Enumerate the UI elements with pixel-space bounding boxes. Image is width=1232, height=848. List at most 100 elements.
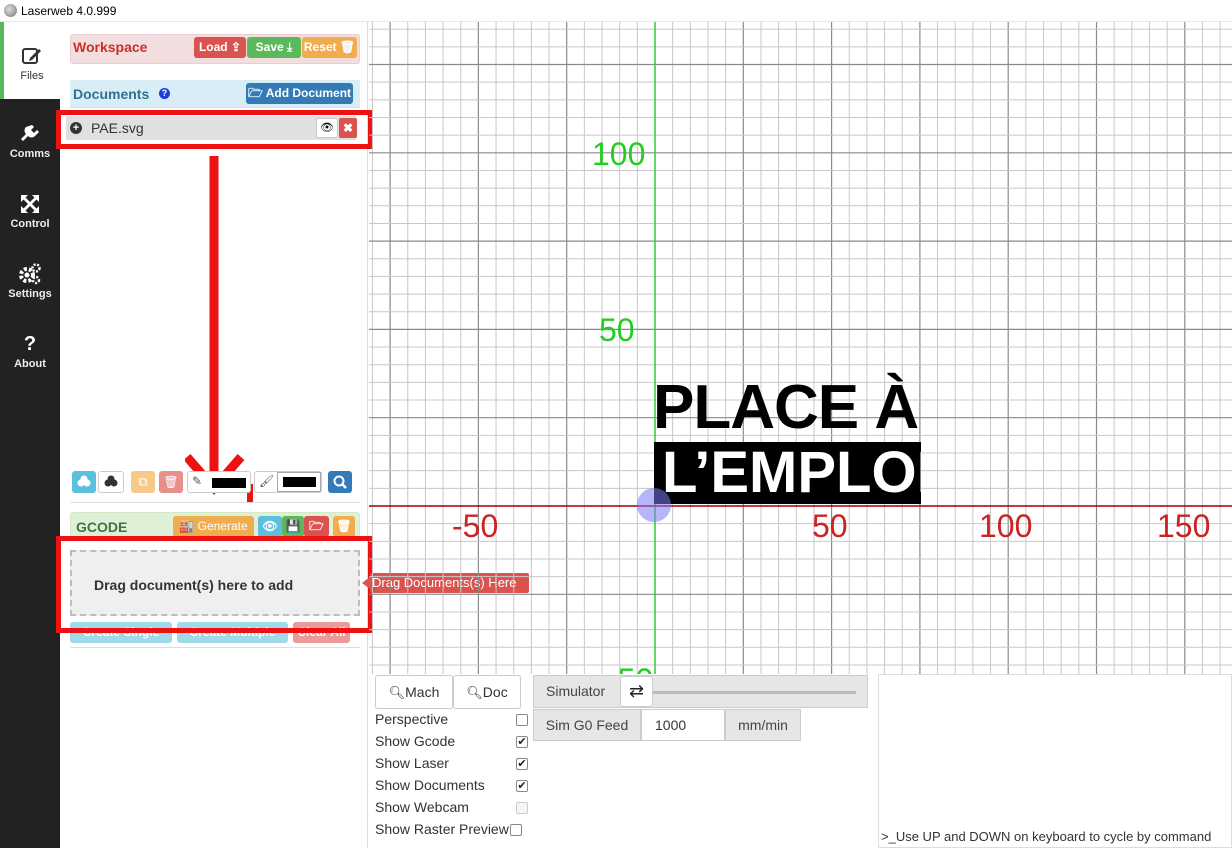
grid [369,22,1232,674]
doc-label: Doc [482,684,508,700]
gcode-title: GCODE [76,519,128,535]
app-icon [4,4,17,17]
edit-icon [22,48,41,64]
select-all-button[interactable] [72,471,96,493]
nav-item-control[interactable]: Control [0,184,60,254]
paintbrush-icon: 🖌 [259,474,275,488]
document-highlight-frame [56,110,373,149]
laser-position-marker [637,488,671,522]
trash-icon: 🗑 [336,519,352,533]
copy-button[interactable]: ⧉ [131,471,155,493]
fill-swatch [283,477,316,487]
main-nav: Files Comms Control Settings ? About [0,22,60,848]
load-button[interactable]: Load ⇪ [194,37,246,58]
save-button[interactable]: Save ⤓ [247,37,301,58]
option-show-webcam: Show Webcam [375,799,528,815]
nav-label-files: Files [20,70,44,82]
perspective-checkbox[interactable] [516,714,528,726]
search-button[interactable] [328,471,352,493]
nav-item-settings[interactable]: Settings [0,254,60,324]
reset-button[interactable]: Reset 🗑 [302,37,357,58]
nav-item-about[interactable]: ? About [0,324,60,394]
logo-text-emploi: L’EMPLOI [654,442,921,504]
clear-gcode-button[interactable]: 🗑 [333,516,355,537]
nav-item-comms[interactable]: Comms [0,114,60,184]
gears-icon [19,263,41,285]
search-icon [333,475,347,489]
trash-icon: 🗑 [163,475,179,489]
search-icon: 🔍︎ [388,685,406,700]
simulator-slider-handle[interactable]: ⇄ [620,676,653,707]
add-document-button[interactable]: 🗁 Add Document [246,83,353,104]
nav-label-settings: Settings [8,288,52,300]
show-laser-checkbox[interactable]: ✔ [516,758,528,770]
feed-value: 1000 [655,717,687,733]
sim-g0-feed-input[interactable]: 1000 [641,709,725,741]
x-label-minus-50: -50 [452,508,499,544]
y-label-100: 100 [592,136,646,172]
feed-unit: mm/min [738,717,788,733]
x-label-150: 150 [1157,508,1211,544]
download-icon: ⤓ [287,40,293,54]
nav-label-about: About [14,358,46,370]
delete-button[interactable]: 🗑 [159,471,183,493]
arrows-icon [21,195,39,213]
pencil-icon: ✎ [192,474,203,488]
option-perspective: Perspective [375,711,528,727]
x-label-50: 50 [812,508,848,544]
workspace-canvas[interactable]: 100 50 -50 -50 50 100 150 PLACE À L’EMPL… [369,22,1232,674]
view-gcode-button[interactable]: 👁 [258,516,282,537]
doc-view-button[interactable]: 🔍︎Doc [453,675,521,709]
trash-icon: 🗑 [339,40,356,54]
copy-icon: ⧉ [138,474,148,489]
feed-unit-box: mm/min [725,709,801,741]
simulator-label: Simulator [546,683,606,699]
cubes-outline-icon [104,475,118,487]
load-gcode-button[interactable]: 🗁 [304,516,329,537]
show-documents-checkbox[interactable]: ✔ [516,780,528,792]
sim-g0-feed-label-box: Sim G0 Feed [533,709,641,741]
search-icon: 🔍︎ [466,685,483,700]
option-show-raster-preview: Show Raster Preview [375,821,522,837]
generate-button[interactable]: 🏭 Generate [173,516,254,537]
mach-label: Mach [405,684,440,700]
divider [70,502,360,503]
nav-label-control: Control [10,218,50,230]
option-show-gcode: Show Gcode ✔ [375,733,528,749]
console-hint: >_Use UP and DOWN on keyboard to cycle b… [881,829,1212,844]
reset-label: Reset [303,40,337,54]
option-label: Show Laser [375,755,449,771]
show-raster-preview-checkbox[interactable] [510,824,522,836]
show-webcam-checkbox[interactable] [516,802,528,814]
window-title: Laserweb 4.0.999 [21,4,117,18]
sim-g0-feed-label: Sim G0 Feed [545,717,629,733]
eye-icon: 👁 [262,519,278,533]
console[interactable]: >_Use UP and DOWN on keyboard to cycle b… [878,674,1232,848]
x-label-100: 100 [979,508,1033,544]
option-label: Show Gcode [375,733,456,749]
select-none-button[interactable] [98,471,124,493]
window-titlebar: Laserweb 4.0.999 [0,0,1232,22]
nav-label-comms: Comms [9,148,51,160]
divider [70,647,360,648]
mach-view-button[interactable]: 🔍︎Mach [375,675,453,709]
simulator-group: Simulator ⇄ [533,675,868,708]
simulator-slider-track[interactable] [651,691,856,694]
option-label: Show Raster Preview [375,821,509,837]
workspace-title: Workspace [73,39,148,55]
show-gcode-checkbox[interactable]: ✔ [516,736,528,748]
logo-text-place: PLACE À [653,373,919,442]
help-icon[interactable]: ? [159,88,170,99]
stroke-swatch [212,478,246,488]
option-label: Perspective [375,711,449,727]
stroke-color-picker[interactable]: ✎ [187,471,251,493]
question-icon: ? [23,333,37,355]
add-document-label: Add Document [265,86,352,100]
y-label-50: 50 [599,312,635,348]
floppy-icon: 💾 [285,519,301,533]
option-label: Show Documents [375,777,485,793]
drag-arrow-annotation [185,156,253,502]
save-gcode-button[interactable]: 💾 [282,516,304,537]
fill-color-picker[interactable]: 🖌 [254,471,322,493]
nav-item-files[interactable]: Files [0,22,60,99]
